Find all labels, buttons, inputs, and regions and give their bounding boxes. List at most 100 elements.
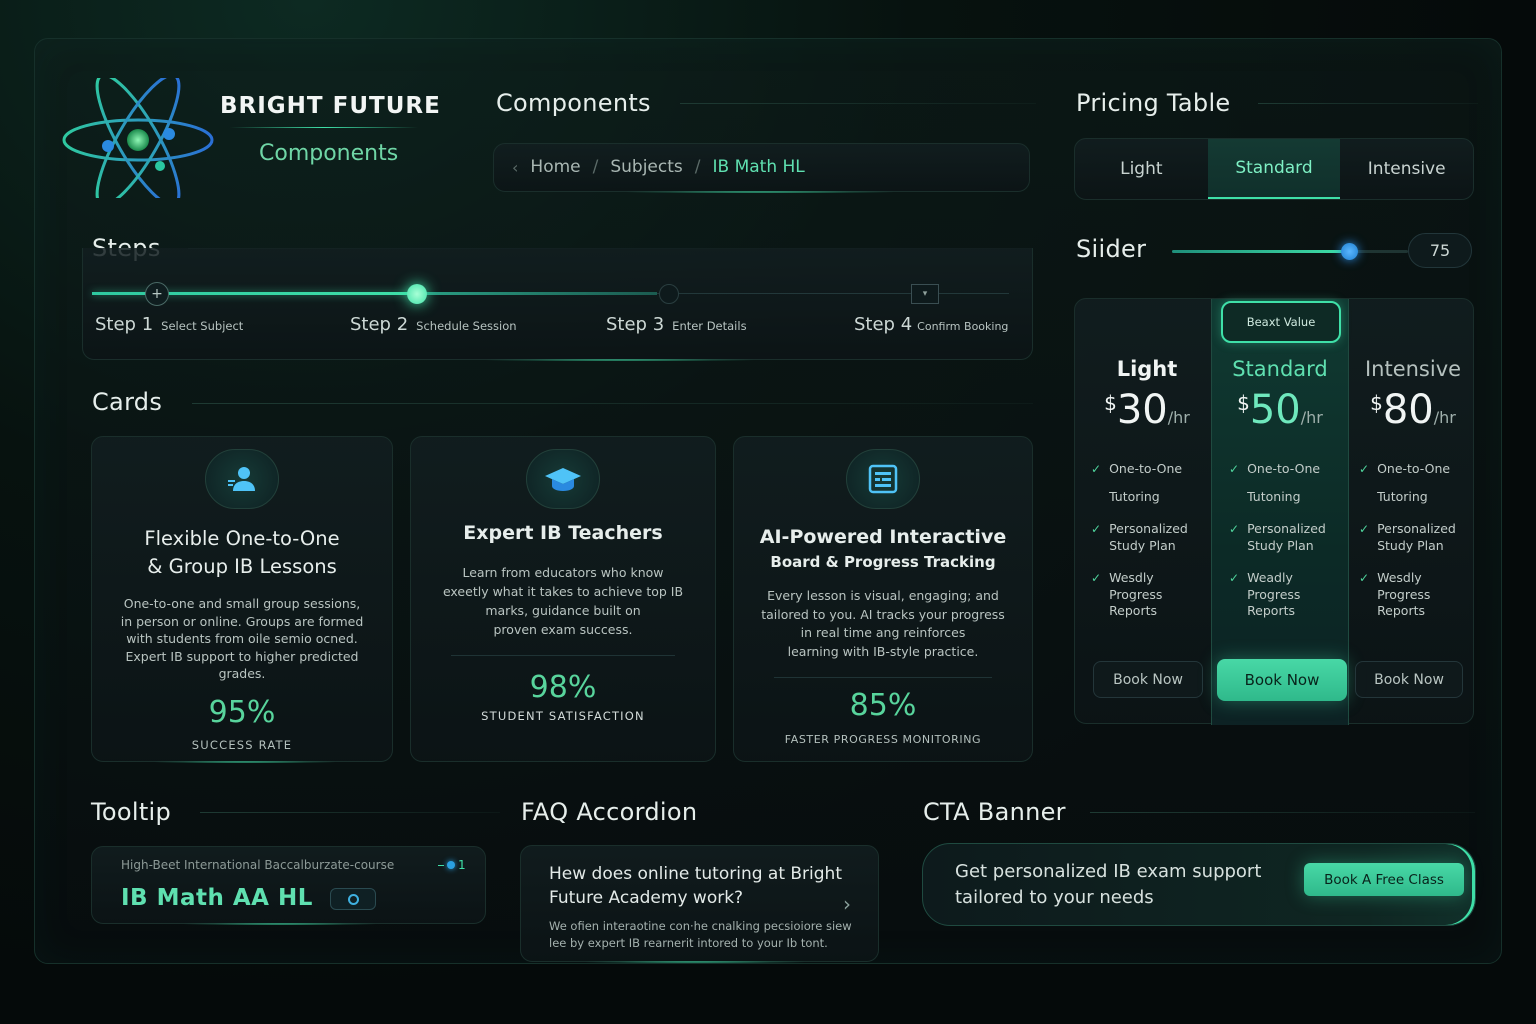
pricing-table: Light $30/hr ✓ One-to-One Tutoring ✓ Person… [1074, 298, 1474, 725]
feature-item: ✓ Personalized Study Plan [1229, 521, 1326, 553]
card-divider [774, 677, 992, 678]
card-title: Expert IB Teachers [463, 522, 663, 544]
card-text-line: tailored to you. AI tracks your progress [761, 606, 1005, 622]
step-1-label[interactable]: Step 1 Select Subject [95, 314, 243, 335]
card-stat-label: STUDENT SATISFACTION [481, 709, 645, 723]
feature-item: ✓ Personalized Study Plan [1359, 521, 1456, 553]
faq-item[interactable]: Hew does online tutoring at Bright Futur… [520, 845, 879, 962]
book-now-button-standard[interactable]: Book Now [1217, 659, 1347, 701]
tooltip-glow [180, 923, 380, 925]
card-text-line: Learn from educators who know [462, 565, 664, 580]
card-title-line2: Board & Progress Tracking [770, 553, 996, 571]
feature-item: ✓ One-to-One Tutoring [1359, 461, 1451, 504]
step-3-node[interactable] [659, 284, 679, 304]
feature-item: ✓ Personalized Study Plan [1091, 521, 1188, 553]
card-stat: 95% [208, 694, 276, 730]
tab-light[interactable]: Light [1075, 139, 1208, 199]
breadcrumb-separator: / [694, 157, 701, 177]
step-4-node[interactable]: ▾ [911, 284, 939, 304]
board-icon [846, 449, 920, 509]
tooltip-caption: High-Beet International Baccalburzate-co… [121, 858, 395, 872]
heading-rule [1258, 103, 1478, 104]
plan-light: Light $30/hr ✓ One-to-One Tutoring ✓ Person… [1087, 299, 1207, 723]
slider-track[interactable] [1172, 243, 1408, 260]
faq-glow [580, 961, 810, 963]
plan-price: $50/hr [1237, 387, 1323, 433]
card-text-line: learning with IB-style practice. [787, 643, 979, 659]
card-text-line: Expert IB support to higher predicted [125, 648, 359, 664]
cards-heading: Cards [92, 388, 163, 416]
book-now-button-intensive[interactable]: Book Now [1355, 661, 1463, 698]
cta-banner: Get personalized IB exam support tailore… [922, 843, 1476, 926]
plan-intensive: Intensive $80/hr ✓ One-to-One Tutoring ✓ Pe… [1353, 299, 1473, 723]
step-2-label[interactable]: Step 2 Schedule Session [350, 314, 517, 335]
card-text-line: in person or online. Groups are formed [120, 613, 364, 629]
brand-subtitle: Components [259, 141, 399, 166]
step-3-label[interactable]: Step 3 Enter Details [606, 314, 747, 335]
breadcrumb-glow [620, 191, 900, 193]
graduation-cap-icon [526, 449, 600, 509]
card-glow [150, 761, 340, 763]
card-text-line: proven exam success. [493, 622, 633, 637]
feature-item: ✓ Weadly Progress Reports [1229, 570, 1301, 618]
card-text-line: One-to-one and small group sessions, [123, 596, 361, 611]
cta-text: Get personalized IB exam support tailore… [955, 861, 1262, 908]
card-title: Flexible One-to-One [144, 527, 340, 550]
tooltip-heading: Tooltip [91, 798, 172, 826]
step-2-node[interactable] [407, 284, 427, 304]
toggle-icon[interactable] [330, 888, 376, 910]
heading-rule [680, 103, 1036, 104]
slider-thumb[interactable] [1340, 243, 1358, 260]
slider-heading: Siider [1076, 235, 1147, 263]
heading-rule [1090, 812, 1475, 813]
steps-progress-remaining [657, 293, 1009, 294]
card-text-line: grades. [218, 666, 266, 681]
steps-glow [480, 359, 760, 361]
tooltip-title: IB Math AA HL [121, 885, 313, 911]
tooltip-panel: High-Beet International Baccalburzate-co… [91, 846, 486, 924]
card-text-line: in real time ang reinforces [800, 625, 966, 640]
card-stat: 98% [529, 670, 597, 705]
tab-standard[interactable]: Standard [1207, 139, 1341, 199]
brand-name: BRIGHT FUTURE [220, 93, 441, 119]
step-4-label[interactable]: Step 4 Confirm Booking [854, 314, 1008, 335]
card-flexible-lessons[interactable]: Flexible One-to-One & Group IB Lessons O… [91, 436, 393, 762]
pricing-tabs: Light Standard Intensive [1074, 138, 1474, 200]
card-title: AI-Powered Interactive [759, 526, 1007, 548]
faq-answer: We ofien interaotine con·he cnalking pec… [549, 919, 852, 950]
card-text-line: exeetly what it takes to achieve top IB [442, 584, 684, 599]
plan-price: $30/hr [1104, 387, 1190, 433]
breadcrumb-subjects[interactable]: Subjects [610, 157, 682, 177]
book-now-button-light[interactable]: Book Now [1093, 661, 1203, 698]
faq-heading: FAQ Accordion [521, 798, 698, 826]
plan-price: $80/hr [1370, 387, 1456, 433]
breadcrumb-home[interactable]: Home [530, 157, 580, 177]
card-stat: 85% [849, 688, 917, 723]
book-free-class-button[interactable]: Book A Free Class [1304, 863, 1464, 896]
breadcrumb-separator: / [592, 157, 599, 177]
card-ai-board[interactable]: AI-Powered Interactive Board & Progress … [733, 436, 1033, 762]
cta-heading: CTA Banner [923, 798, 1066, 826]
pricing-table-heading: Pricing Table [1076, 89, 1231, 117]
plan-name: Intensive [1364, 357, 1462, 381]
breadcrumb: ‹ Home / Subjects / IB Math HL [493, 143, 1030, 192]
step-1-node[interactable]: + [145, 282, 169, 306]
card-stat-label: SUCCESS RATE [191, 737, 293, 752]
plan-standard: Beaxt Value Standard $50/hr ✓ One-to-One T… [1215, 299, 1347, 723]
steps-progress-partial [417, 292, 657, 295]
tooltip-indicator: 1 [438, 858, 466, 872]
chevron-right-icon[interactable]: › [843, 892, 851, 916]
plan-name: Standard [1232, 357, 1328, 381]
components-heading: Components [496, 89, 651, 117]
card-expert-teachers[interactable]: Expert IB Teachers Learn from educators … [410, 436, 716, 762]
tab-intensive[interactable]: Intensive [1340, 139, 1473, 199]
indicator-dot-icon [447, 861, 455, 869]
steps-progress-complete [92, 292, 417, 295]
card-text-line: with students from oile semio ocned. [126, 631, 358, 646]
slider-value: 75 [1408, 233, 1472, 268]
brand-divider [230, 127, 418, 128]
breadcrumb-back-icon[interactable]: ‹ [512, 158, 518, 177]
plan-name: Light [1116, 357, 1178, 381]
heading-rule [200, 812, 500, 813]
feature-item: ✓ One-to-One Tutoring [1091, 461, 1183, 504]
